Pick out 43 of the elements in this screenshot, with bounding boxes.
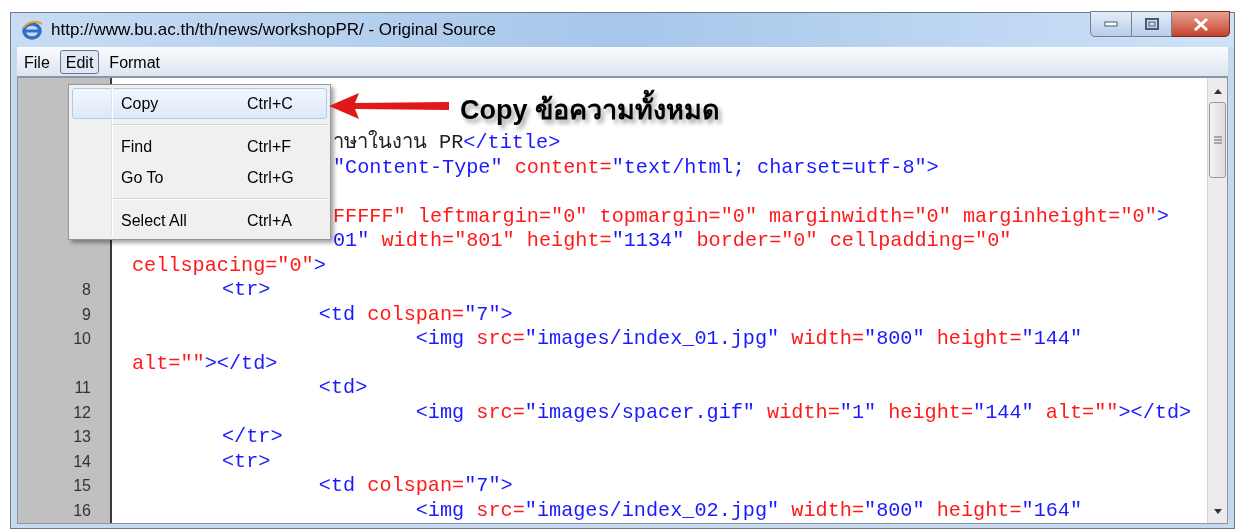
minimize-icon bbox=[1104, 21, 1118, 27]
code-line: cellspacing="0"> bbox=[132, 255, 326, 276]
code-line: <img src="images/index_02.jpg" width="800" height="164" bbox=[414, 500, 1083, 521]
menu-option[interactable]: Find Ctrl+F bbox=[72, 131, 327, 162]
code-line: </tr> bbox=[220, 427, 283, 448]
scroll-down-icon[interactable] bbox=[1212, 509, 1223, 515]
code-line: "Content-Type" content="text/html; charset=utf-8"> bbox=[333, 157, 939, 178]
maximize-icon bbox=[1144, 18, 1159, 30]
code-line: <img src="images/index_01.jpg" width="800" height="144" bbox=[414, 329, 1083, 350]
menu-option[interactable]: Go To Ctrl+G bbox=[72, 162, 327, 193]
line-number: 12 bbox=[73, 402, 91, 423]
code-line: <td colspan="7"> bbox=[317, 304, 513, 325]
code-line: 01" width="801" height="1134" border="0" cellpadding="0" bbox=[333, 231, 1012, 252]
menu-option[interactable]: Copy Ctrl+C bbox=[72, 88, 327, 119]
line-number: 16 bbox=[73, 500, 91, 521]
close-button[interactable] bbox=[1172, 11, 1230, 37]
maximize-button[interactable] bbox=[1132, 11, 1172, 37]
line-number: 11 bbox=[74, 378, 91, 399]
grip-icon bbox=[1213, 136, 1222, 144]
menu-item[interactable]: Format bbox=[103, 49, 167, 74]
close-icon bbox=[1192, 17, 1209, 31]
code-line: alt=""></td> bbox=[132, 353, 278, 374]
code-line: <img src="images/spacer.gif" width="1" height="144" alt=""></td> bbox=[414, 402, 1192, 423]
minimize-button[interactable] bbox=[1090, 11, 1132, 37]
code-line: FFFFF" leftmargin="0" topmargin="0" marginwidth="0" marginheight="0"> bbox=[333, 206, 1169, 227]
scroll-up-icon[interactable] bbox=[1212, 88, 1223, 94]
code-line: <tr> bbox=[220, 451, 271, 472]
line-number: 15 bbox=[73, 476, 91, 497]
browser-icon bbox=[21, 20, 43, 40]
line-number: 14 bbox=[73, 451, 91, 472]
menu-item[interactable]: Edit bbox=[59, 49, 100, 74]
menu-item[interactable]: File bbox=[18, 49, 56, 74]
scroll-thumb[interactable] bbox=[1209, 102, 1226, 178]
menu-option[interactable]: Select All Ctrl+A bbox=[72, 205, 327, 236]
code-line: <tr> bbox=[220, 280, 271, 301]
line-number: 8 bbox=[82, 280, 91, 301]
line-number: 9 bbox=[82, 304, 91, 325]
annotation-text: Copy ข้อความทั้งหมด bbox=[460, 90, 720, 131]
line-number: 10 bbox=[73, 329, 91, 350]
code-line: <td> bbox=[317, 378, 368, 399]
code-line: <td colspan="7"> bbox=[317, 476, 513, 497]
line-number: 13 bbox=[73, 427, 91, 448]
window-title: http://www.bu.ac.th/th/news/workshopPR/ - Original Source bbox=[51, 19, 497, 42]
